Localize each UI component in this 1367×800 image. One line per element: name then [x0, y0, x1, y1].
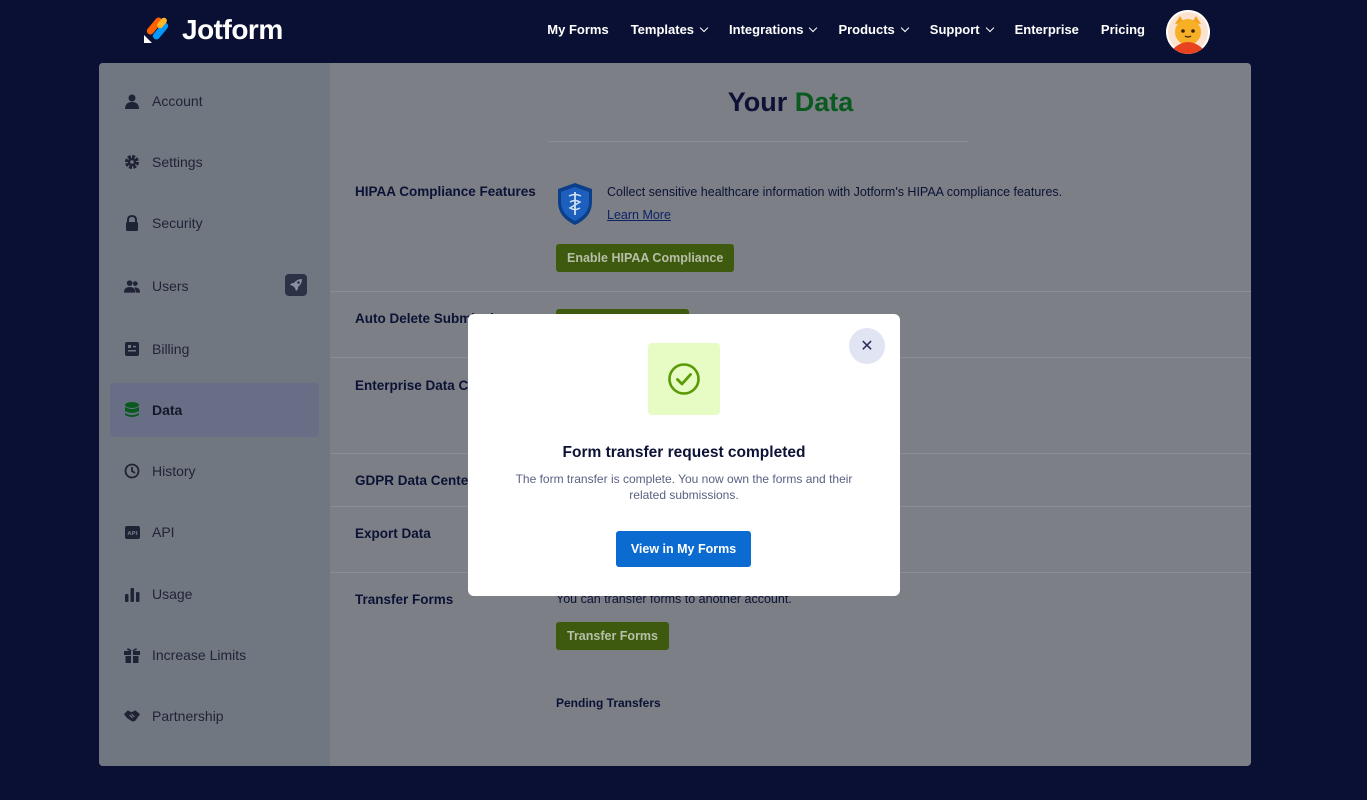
sidebar-item-label: History — [152, 463, 196, 479]
page-title-part1: Your — [727, 87, 788, 117]
dialog-description: The form transfer is complete. You now o… — [515, 472, 853, 502]
transfer-forms-button[interactable]: Transfer Forms — [556, 622, 670, 650]
hipaa-shield-icon — [558, 183, 592, 225]
bar-chart-icon — [124, 586, 140, 602]
handshake-icon — [124, 708, 140, 724]
transfer-complete-dialog: ✕ Form transfer request completed The fo… — [468, 314, 900, 596]
sidebar-item-settings[interactable]: Settings — [110, 135, 319, 189]
nav-products-label: Products — [838, 22, 895, 37]
sidebar-item-usage[interactable]: Usage — [110, 567, 319, 621]
sidebar-item-label: Security — [152, 215, 203, 231]
sidebar-item-security[interactable]: Security — [110, 196, 319, 250]
api-icon: API — [124, 524, 140, 540]
hipaa-learn-more-link[interactable]: Learn More — [607, 208, 671, 222]
sidebar-item-label: Account — [152, 93, 203, 109]
sidebar-item-label: Usage — [152, 586, 193, 602]
sidebar-item-label: Settings — [152, 154, 203, 170]
top-navbar: Jotform My Forms Templates Integrations … — [0, 0, 1367, 63]
cat-avatar-icon — [1166, 10, 1210, 54]
gear-icon — [124, 154, 140, 170]
close-button[interactable]: ✕ — [849, 328, 885, 364]
chevron-down-icon — [900, 23, 910, 33]
nav-my-forms-label: My Forms — [547, 22, 609, 37]
page-title: Your Data — [330, 87, 1251, 118]
users-icon — [124, 278, 140, 294]
sidebar-item-label: Data — [152, 402, 183, 418]
nav-pricing-label: Pricing — [1100, 22, 1145, 37]
view-in-my-forms-button[interactable]: View in My Forms — [616, 531, 751, 567]
jotform-logo[interactable]: Jotform — [142, 14, 283, 46]
user-icon — [124, 93, 140, 109]
nav-products[interactable]: Products — [838, 22, 910, 37]
sidebar-item-data[interactable]: Data — [110, 383, 319, 437]
sidebar-item-label: Billing — [152, 341, 190, 357]
sidebar-item-history[interactable]: History — [110, 444, 319, 498]
sidebar-item-label: Users — [152, 278, 189, 294]
nav-templates-label: Templates — [630, 22, 695, 37]
chevron-down-icon — [985, 23, 994, 33]
rocket-icon — [285, 274, 307, 296]
nav-support-label: Support — [929, 22, 980, 37]
nav-my-forms[interactable]: My Forms — [547, 22, 608, 37]
sidebar-item-partnership[interactable]: Partnership — [110, 689, 319, 743]
section-divider — [330, 291, 1251, 292]
nav-integrations[interactable]: Integrations — [729, 22, 818, 37]
main-nav: My Forms Templates Integrations Products… — [547, 22, 1145, 37]
sidebar-item-label: API — [152, 524, 175, 540]
billing-icon — [124, 341, 140, 357]
sidebar-item-users[interactable]: Users — [110, 259, 319, 313]
svg-text:API: API — [127, 531, 137, 537]
enable-hipaa-button[interactable]: Enable HIPAA Compliance — [556, 244, 735, 272]
close-icon: ✕ — [860, 338, 874, 355]
sidebar-item-billing[interactable]: Billing — [110, 322, 319, 376]
hipaa-description: Collect sensitive healthcare information… — [607, 185, 1063, 199]
jotform-logo-icon — [144, 17, 169, 43]
user-avatar[interactable] — [1166, 10, 1210, 54]
title-divider — [548, 141, 968, 142]
check-circle-icon — [668, 363, 700, 395]
sidebar-item-label: Increase Limits — [152, 647, 247, 663]
chevron-down-icon — [809, 23, 818, 33]
export-section-label: Export Data — [355, 526, 431, 541]
nav-pricing[interactable]: Pricing — [1101, 22, 1145, 37]
gdpr-section-label: GDPR Data Center — [355, 473, 474, 488]
nav-templates[interactable]: Templates — [630, 22, 709, 37]
dialog-title: Form transfer request completed — [562, 444, 806, 461]
sidebar-item-api[interactable]: API API — [110, 505, 319, 559]
nav-support[interactable]: Support — [929, 22, 994, 37]
nav-integrations-label: Integrations — [729, 22, 804, 37]
nav-enterprise-label: Enterprise — [1014, 22, 1079, 37]
page-title-accent: Data — [794, 87, 854, 117]
lock-icon — [124, 215, 140, 231]
database-icon — [124, 402, 140, 418]
brand-name: Jotform — [182, 14, 283, 45]
sidebar-item-account[interactable]: Account — [110, 74, 319, 128]
gift-icon — [124, 647, 140, 663]
hipaa-section-label: HIPAA Compliance Features — [355, 184, 536, 199]
sidebar-item-label: Partnership — [152, 708, 224, 724]
sidebar-item-increase-limits[interactable]: Increase Limits — [110, 628, 319, 682]
history-icon — [124, 463, 140, 479]
pending-transfers-label: Pending Transfers — [556, 696, 661, 710]
nav-enterprise[interactable]: Enterprise — [1015, 22, 1079, 37]
success-badge — [648, 343, 720, 415]
settings-sidebar: Account Settings Security Users Billing … — [99, 63, 330, 766]
chevron-down-icon — [699, 23, 709, 33]
transfer-section-label: Transfer Forms — [355, 592, 454, 607]
